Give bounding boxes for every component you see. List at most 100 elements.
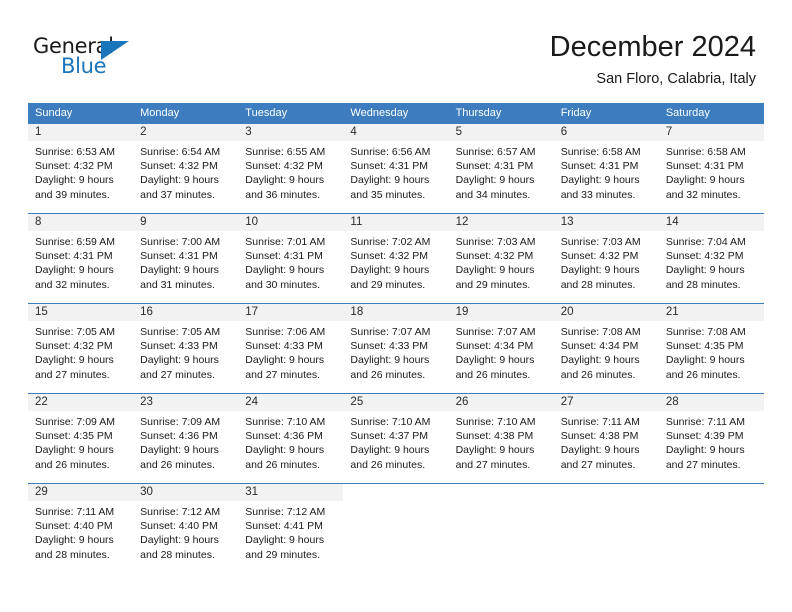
sunset-text: Sunset: 4:32 PM xyxy=(245,160,323,173)
daylight-text-line1: Daylight: 9 hours xyxy=(560,174,640,187)
day-number: 16 xyxy=(133,304,239,321)
daylight-text-line2: and 29 minutes. xyxy=(350,278,426,291)
sunrise-text: Sunrise: 7:08 AM xyxy=(560,326,641,338)
day-number xyxy=(658,484,764,501)
sunset-text: Sunset: 4:32 PM xyxy=(455,250,534,263)
calendar-day-cell[interactable]: 20 Sunrise: 7:08 AM Sunset: 4:34 PM Dayl… xyxy=(553,304,659,393)
daylight-text-line1: Daylight: 9 hours xyxy=(350,264,430,277)
sunset-text: Sunset: 4:34 PM xyxy=(455,340,534,353)
daylight-text-line1: Daylight: 9 hours xyxy=(560,354,640,367)
calendar-day-cell[interactable]: 25 Sunrise: 7:10 AM Sunset: 4:37 PM Dayl… xyxy=(343,394,449,483)
daylight-text-line1: Daylight: 9 hours xyxy=(35,354,114,367)
day-number: 27 xyxy=(553,394,659,411)
day-number: 21 xyxy=(658,304,764,321)
calendar-day-cell[interactable]: 4 Sunrise: 6:56 AM Sunset: 4:31 PM Dayli… xyxy=(343,124,449,213)
sunset-text: Sunset: 4:31 PM xyxy=(245,250,323,263)
calendar-day-cell[interactable]: 6 Sunrise: 6:58 AM Sunset: 4:31 PM Dayli… xyxy=(553,124,659,213)
sunrise-text: Sunrise: 7:07 AM xyxy=(455,326,536,338)
day-details: Sunrise: 7:11 AM Sunset: 4:39 PM Dayligh… xyxy=(659,411,764,472)
daylight-text-line2: and 26 minutes. xyxy=(350,458,426,471)
calendar-day-cell[interactable]: 26 Sunrise: 7:10 AM Sunset: 4:38 PM Dayl… xyxy=(448,394,554,483)
daylight-text-line2: and 27 minutes. xyxy=(140,368,215,381)
calendar-day-cell[interactable]: 11 Sunrise: 7:02 AM Sunset: 4:32 PM Dayl… xyxy=(343,214,449,303)
day-number: 6 xyxy=(553,124,659,141)
daylight-text-line2: and 28 minutes. xyxy=(140,548,215,561)
day-details: Sunrise: 6:54 AM Sunset: 4:32 PM Dayligh… xyxy=(133,141,238,202)
calendar-day-cell[interactable]: 31 Sunrise: 7:12 AM Sunset: 4:41 PM Dayl… xyxy=(238,484,344,573)
generalblue-logo[interactable]: General Blue xyxy=(33,34,163,80)
day-number: 14 xyxy=(658,214,764,231)
calendar-day-cell[interactable]: 7 Sunrise: 6:58 AM Sunset: 4:31 PM Dayli… xyxy=(658,124,764,213)
day-number: 20 xyxy=(553,304,659,321)
calendar-day-cell[interactable]: 30 Sunrise: 7:12 AM Sunset: 4:40 PM Dayl… xyxy=(133,484,239,573)
day-details: Sunrise: 7:12 AM Sunset: 4:41 PM Dayligh… xyxy=(238,501,343,562)
calendar-day-cell[interactable]: 14 Sunrise: 7:04 AM Sunset: 4:32 PM Dayl… xyxy=(658,214,764,303)
sunrise-text: Sunrise: 7:04 AM xyxy=(665,236,746,248)
weekday-header-saturday: Saturday xyxy=(665,107,710,119)
sunset-text: Sunset: 4:31 PM xyxy=(350,160,429,173)
day-details: Sunrise: 6:55 AM Sunset: 4:32 PM Dayligh… xyxy=(238,141,343,202)
daylight-text-line1: Daylight: 9 hours xyxy=(35,174,114,187)
day-details: Sunrise: 7:03 AM Sunset: 4:32 PM Dayligh… xyxy=(449,231,554,292)
calendar-week-row: 15 Sunrise: 7:05 AM Sunset: 4:32 PM Dayl… xyxy=(28,303,764,393)
calendar-day-cell[interactable]: 10 Sunrise: 7:01 AM Sunset: 4:31 PM Dayl… xyxy=(238,214,344,303)
sunset-text: Sunset: 4:38 PM xyxy=(455,430,534,443)
calendar-day-cell[interactable]: 29 Sunrise: 7:11 AM Sunset: 4:40 PM Dayl… xyxy=(28,484,134,573)
weekday-header-wednesday: Wednesday xyxy=(350,107,409,119)
calendar-day-cell-empty xyxy=(343,484,449,573)
daylight-text-line2: and 26 minutes. xyxy=(665,368,741,381)
daylight-text-line1: Daylight: 9 hours xyxy=(35,534,114,547)
daylight-text-line1: Daylight: 9 hours xyxy=(245,264,325,277)
daylight-text-line1: Daylight: 9 hours xyxy=(665,354,745,367)
calendar-day-cell[interactable]: 3 Sunrise: 6:55 AM Sunset: 4:32 PM Dayli… xyxy=(238,124,344,213)
calendar-day-cell[interactable]: 2 Sunrise: 6:54 AM Sunset: 4:32 PM Dayli… xyxy=(133,124,239,213)
calendar-day-cell[interactable]: 22 Sunrise: 7:09 AM Sunset: 4:35 PM Dayl… xyxy=(28,394,134,483)
daylight-text-line2: and 26 minutes. xyxy=(140,458,215,471)
calendar-day-cell[interactable]: 19 Sunrise: 7:07 AM Sunset: 4:34 PM Dayl… xyxy=(448,304,554,393)
sunset-text: Sunset: 4:35 PM xyxy=(665,340,744,353)
day-details: Sunrise: 6:58 AM Sunset: 4:31 PM Dayligh… xyxy=(554,141,659,202)
day-details: Sunrise: 6:59 AM Sunset: 4:31 PM Dayligh… xyxy=(28,231,133,292)
calendar-day-cell[interactable]: 17 Sunrise: 7:06 AM Sunset: 4:33 PM Dayl… xyxy=(238,304,344,393)
daylight-text-line1: Daylight: 9 hours xyxy=(665,444,745,457)
daylight-text-line2: and 27 minutes. xyxy=(245,368,320,381)
day-details: Sunrise: 7:08 AM Sunset: 4:34 PM Dayligh… xyxy=(554,321,659,382)
weekday-header-sunday: Sunday xyxy=(35,107,73,119)
calendar-day-cell[interactable]: 27 Sunrise: 7:11 AM Sunset: 4:38 PM Dayl… xyxy=(553,394,659,483)
daylight-text-line1: Daylight: 9 hours xyxy=(245,354,325,367)
page-title: December 2024 xyxy=(549,31,756,63)
sunrise-text: Sunrise: 6:54 AM xyxy=(140,146,221,158)
daylight-text-line2: and 34 minutes. xyxy=(455,188,531,201)
calendar-day-cell[interactable]: 28 Sunrise: 7:11 AM Sunset: 4:39 PM Dayl… xyxy=(658,394,764,483)
calendar-day-cell[interactable]: 21 Sunrise: 7:08 AM Sunset: 4:35 PM Dayl… xyxy=(658,304,764,393)
day-number: 31 xyxy=(238,484,344,501)
calendar-day-cell[interactable]: 15 Sunrise: 7:05 AM Sunset: 4:32 PM Dayl… xyxy=(28,304,134,393)
sunrise-text: Sunrise: 7:09 AM xyxy=(35,416,115,428)
calendar-day-cell[interactable]: 8 Sunrise: 6:59 AM Sunset: 4:31 PM Dayli… xyxy=(28,214,134,303)
sunset-text: Sunset: 4:31 PM xyxy=(665,160,744,173)
day-number: 2 xyxy=(133,124,239,141)
sunset-text: Sunset: 4:32 PM xyxy=(140,160,218,173)
calendar-day-cell[interactable]: 9 Sunrise: 7:00 AM Sunset: 4:31 PM Dayli… xyxy=(133,214,239,303)
day-details: Sunrise: 6:57 AM Sunset: 4:31 PM Dayligh… xyxy=(449,141,554,202)
calendar-day-cell[interactable]: 18 Sunrise: 7:07 AM Sunset: 4:33 PM Dayl… xyxy=(343,304,449,393)
calendar-day-cell[interactable]: 24 Sunrise: 7:10 AM Sunset: 4:36 PM Dayl… xyxy=(238,394,344,483)
day-details: Sunrise: 7:10 AM Sunset: 4:36 PM Dayligh… xyxy=(238,411,343,472)
calendar-day-cell[interactable]: 23 Sunrise: 7:09 AM Sunset: 4:36 PM Dayl… xyxy=(133,394,239,483)
daylight-text-line1: Daylight: 9 hours xyxy=(245,174,325,187)
daylight-text-line1: Daylight: 9 hours xyxy=(350,444,430,457)
sunset-text: Sunset: 4:36 PM xyxy=(245,430,323,443)
sunset-text: Sunset: 4:33 PM xyxy=(245,340,323,353)
calendar-day-cell[interactable]: 5 Sunrise: 6:57 AM Sunset: 4:31 PM Dayli… xyxy=(448,124,554,213)
daylight-text-line1: Daylight: 9 hours xyxy=(455,174,535,187)
calendar-day-cell[interactable]: 12 Sunrise: 7:03 AM Sunset: 4:32 PM Dayl… xyxy=(448,214,554,303)
calendar-day-cell[interactable]: 13 Sunrise: 7:03 AM Sunset: 4:32 PM Dayl… xyxy=(553,214,659,303)
calendar-day-cell[interactable]: 1 Sunrise: 6:53 AM Sunset: 4:32 PM Dayli… xyxy=(28,124,134,213)
daylight-text-line2: and 26 minutes. xyxy=(455,368,531,381)
daylight-text-line1: Daylight: 9 hours xyxy=(665,264,745,277)
sunset-text: Sunset: 4:32 PM xyxy=(560,250,639,263)
day-number xyxy=(343,484,449,501)
calendar-day-cell[interactable]: 16 Sunrise: 7:05 AM Sunset: 4:33 PM Dayl… xyxy=(133,304,239,393)
sunset-text: Sunset: 4:31 PM xyxy=(35,250,113,263)
sunrise-text: Sunrise: 6:57 AM xyxy=(455,146,536,158)
